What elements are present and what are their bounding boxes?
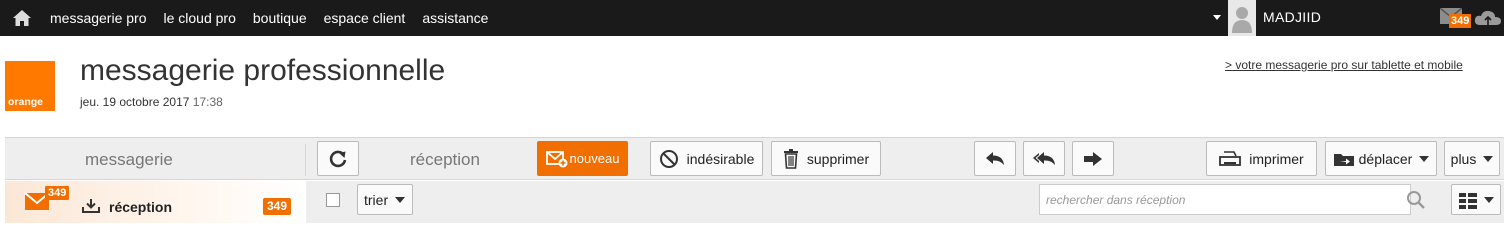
sort-label: trier <box>364 191 389 208</box>
printer-icon <box>1219 150 1242 166</box>
reply-all-icon <box>1033 151 1055 165</box>
top-bar: messagerie pro le cloud pro boutique esp… <box>0 0 1504 36</box>
mail-count-badge: 349 <box>1449 14 1472 28</box>
search-icon[interactable] <box>1406 190 1426 210</box>
message-list-toolbar: trier <box>306 181 1504 223</box>
current-date: jeu. 19 octobre 2017 17:38 <box>80 95 223 109</box>
page-title: messagerie professionnelle <box>80 54 446 87</box>
chevron-down-icon <box>395 196 406 203</box>
user-name[interactable]: MADJIID <box>1263 9 1321 25</box>
forward-arrow-icon <box>1084 151 1102 166</box>
user-silhouette-icon <box>1232 7 1252 33</box>
print-label: imprimer <box>1249 150 1304 167</box>
chevron-down-icon <box>1484 197 1494 203</box>
block-icon <box>659 149 678 168</box>
chevron-down-icon <box>1419 155 1430 162</box>
logo-text: orange <box>8 96 44 108</box>
refresh-icon <box>329 150 347 167</box>
sidebar-item-inbox[interactable]: réception <box>109 199 172 215</box>
nav-item-cloud-pro[interactable]: le cloud pro <box>164 10 236 26</box>
unread-badge: 349 <box>45 186 70 200</box>
top-nav: messagerie pro le cloud pro boutique esp… <box>50 0 505 36</box>
move-dropdown-button[interactable]: déplacer <box>1325 141 1437 176</box>
nav-item-espace-client[interactable]: espace client <box>324 10 406 26</box>
sidebar: 349 réception 349 <box>5 181 305 223</box>
inbox-download-icon <box>82 199 100 213</box>
new-message-label: nouveau <box>569 151 620 166</box>
mail-notification[interactable]: 349 <box>1440 8 1472 30</box>
nav-item-assistance[interactable]: assistance <box>422 10 488 26</box>
time-text: 17:38 <box>192 95 223 109</box>
reply-button[interactable] <box>974 141 1016 176</box>
nav-item-messagerie-pro[interactable]: messagerie pro <box>50 10 147 26</box>
new-message-button[interactable]: nouveau <box>537 141 628 176</box>
tablet-mobile-link[interactable]: > votre messagerie pro sur tablette et m… <box>1225 58 1463 72</box>
select-all-checkbox[interactable] <box>326 193 340 207</box>
sort-dropdown[interactable]: trier <box>357 184 413 215</box>
reply-all-button[interactable] <box>1023 141 1065 176</box>
view-mode-dropdown[interactable] <box>1451 184 1501 215</box>
trash-icon <box>783 148 798 169</box>
new-mail-icon <box>545 150 568 167</box>
folder-move-icon <box>1333 153 1354 166</box>
move-label: déplacer <box>1358 150 1413 167</box>
forward-button[interactable] <box>1072 141 1114 176</box>
search-box <box>1039 184 1425 215</box>
delete-label: supprimer <box>806 150 870 167</box>
nav-item-boutique[interactable]: boutique <box>253 10 307 26</box>
cloud-icon[interactable] <box>1473 8 1503 28</box>
section-label: messagerie <box>85 150 173 169</box>
avatar[interactable] <box>1228 0 1256 36</box>
search-input[interactable] <box>1040 185 1370 214</box>
date-text: jeu. 19 octobre 2017 <box>80 95 190 109</box>
user-menu-caret-icon[interactable] <box>1213 15 1221 20</box>
toolbar: messagerie réception nouveau indésirable <box>5 137 1504 180</box>
inbox-count-badge: 349 <box>263 198 292 215</box>
junk-label: indésirable <box>686 150 755 167</box>
orange-logo[interactable]: orange <box>5 61 55 111</box>
home-icon[interactable] <box>12 9 32 27</box>
refresh-button[interactable] <box>317 141 359 176</box>
folder-label: réception <box>410 150 480 169</box>
more-label: plus <box>1450 150 1477 167</box>
chevron-down-icon <box>1483 155 1494 162</box>
list-view-icon <box>1459 193 1477 209</box>
toolbar-divider <box>305 144 306 176</box>
print-button[interactable]: imprimer <box>1206 141 1317 176</box>
reply-icon <box>986 151 1004 165</box>
delete-button[interactable]: supprimer <box>771 141 881 176</box>
junk-button[interactable]: indésirable <box>650 141 763 176</box>
more-dropdown-button[interactable]: plus <box>1444 141 1500 176</box>
